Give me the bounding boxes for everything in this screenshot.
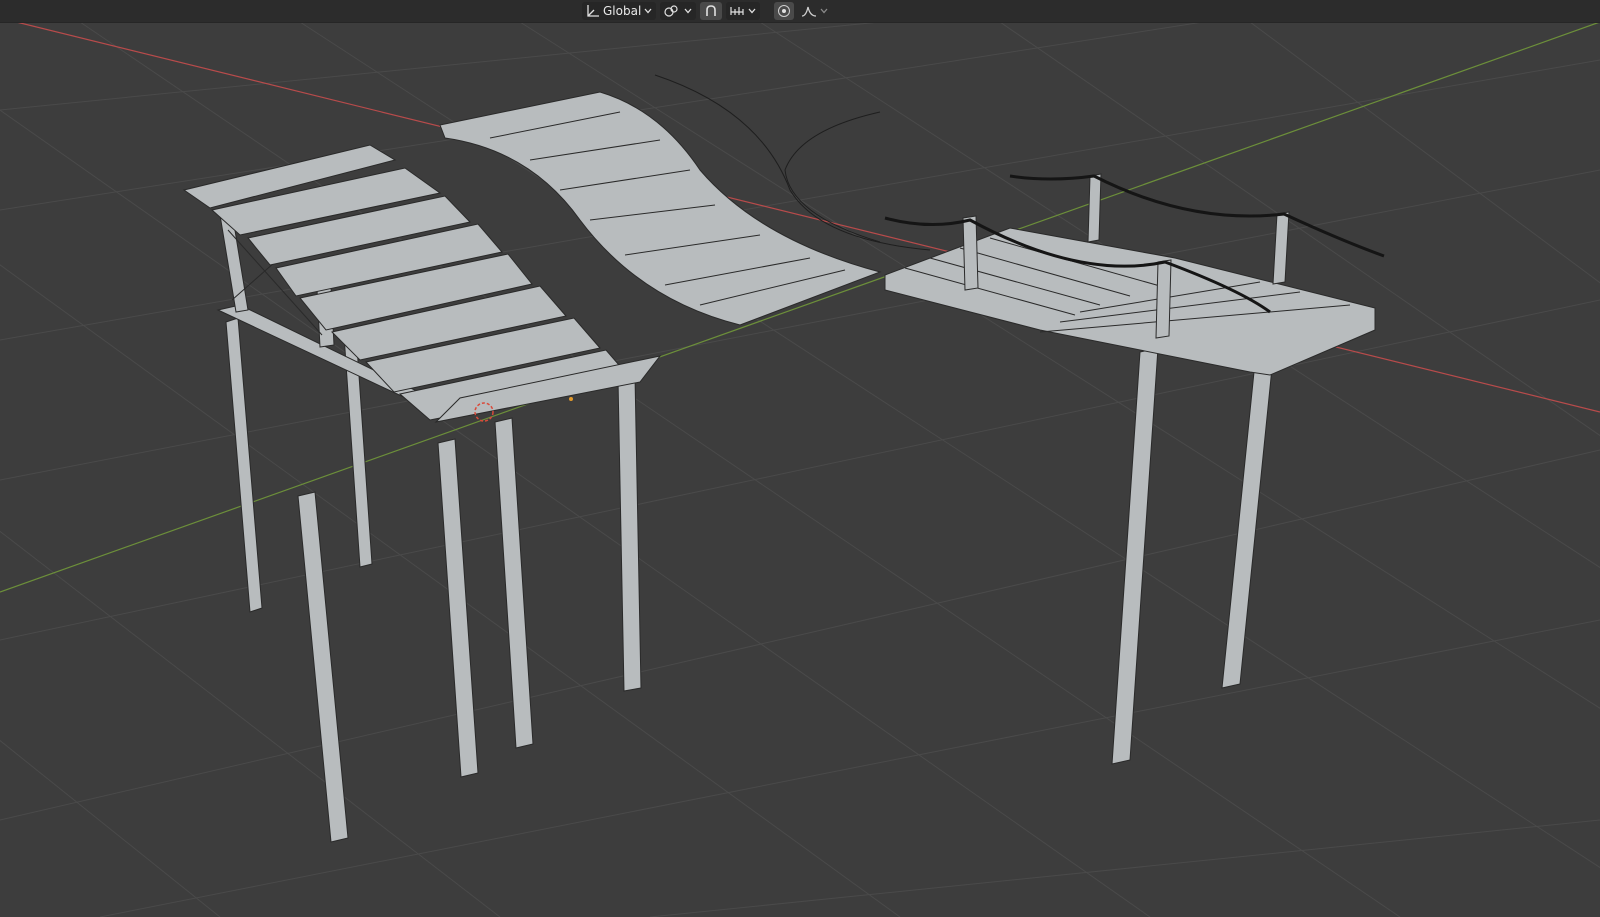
- proportional-editing-icon: [778, 5, 791, 17]
- right-pillars: [1111, 347, 1273, 765]
- transform-orientation-dropdown[interactable]: Global: [582, 2, 657, 20]
- viewport-header: Global: [0, 0, 1600, 23]
- snap-magnet-icon: [706, 5, 717, 16]
- proportional-editing-toggle[interactable]: [774, 2, 795, 20]
- chevron-down-icon: [748, 8, 756, 14]
- transform-orientation-icon: [587, 5, 599, 17]
- falloff-dropdown[interactable]: [798, 2, 832, 20]
- snap-increment-icon: [730, 7, 744, 15]
- transform-pivot-icon: [664, 5, 678, 17]
- 3d-viewport[interactable]: [0, 0, 1600, 917]
- pivot-point-dropdown[interactable]: [660, 2, 697, 20]
- snap-target-dropdown[interactable]: [726, 2, 761, 20]
- chevron-down-icon: [684, 8, 692, 14]
- orientation-label: Global: [603, 4, 642, 18]
- chevron-down-icon: [644, 8, 652, 14]
- object-origin-dot: [569, 397, 573, 401]
- snap-toggle[interactable]: [700, 2, 723, 20]
- falloff-curve-icon: [802, 6, 817, 17]
- chevron-down-icon: [820, 8, 828, 14]
- right-deck: [884, 227, 1376, 376]
- header-tools: Global: [582, 1, 832, 21]
- scene-canvas[interactable]: [0, 0, 1600, 917]
